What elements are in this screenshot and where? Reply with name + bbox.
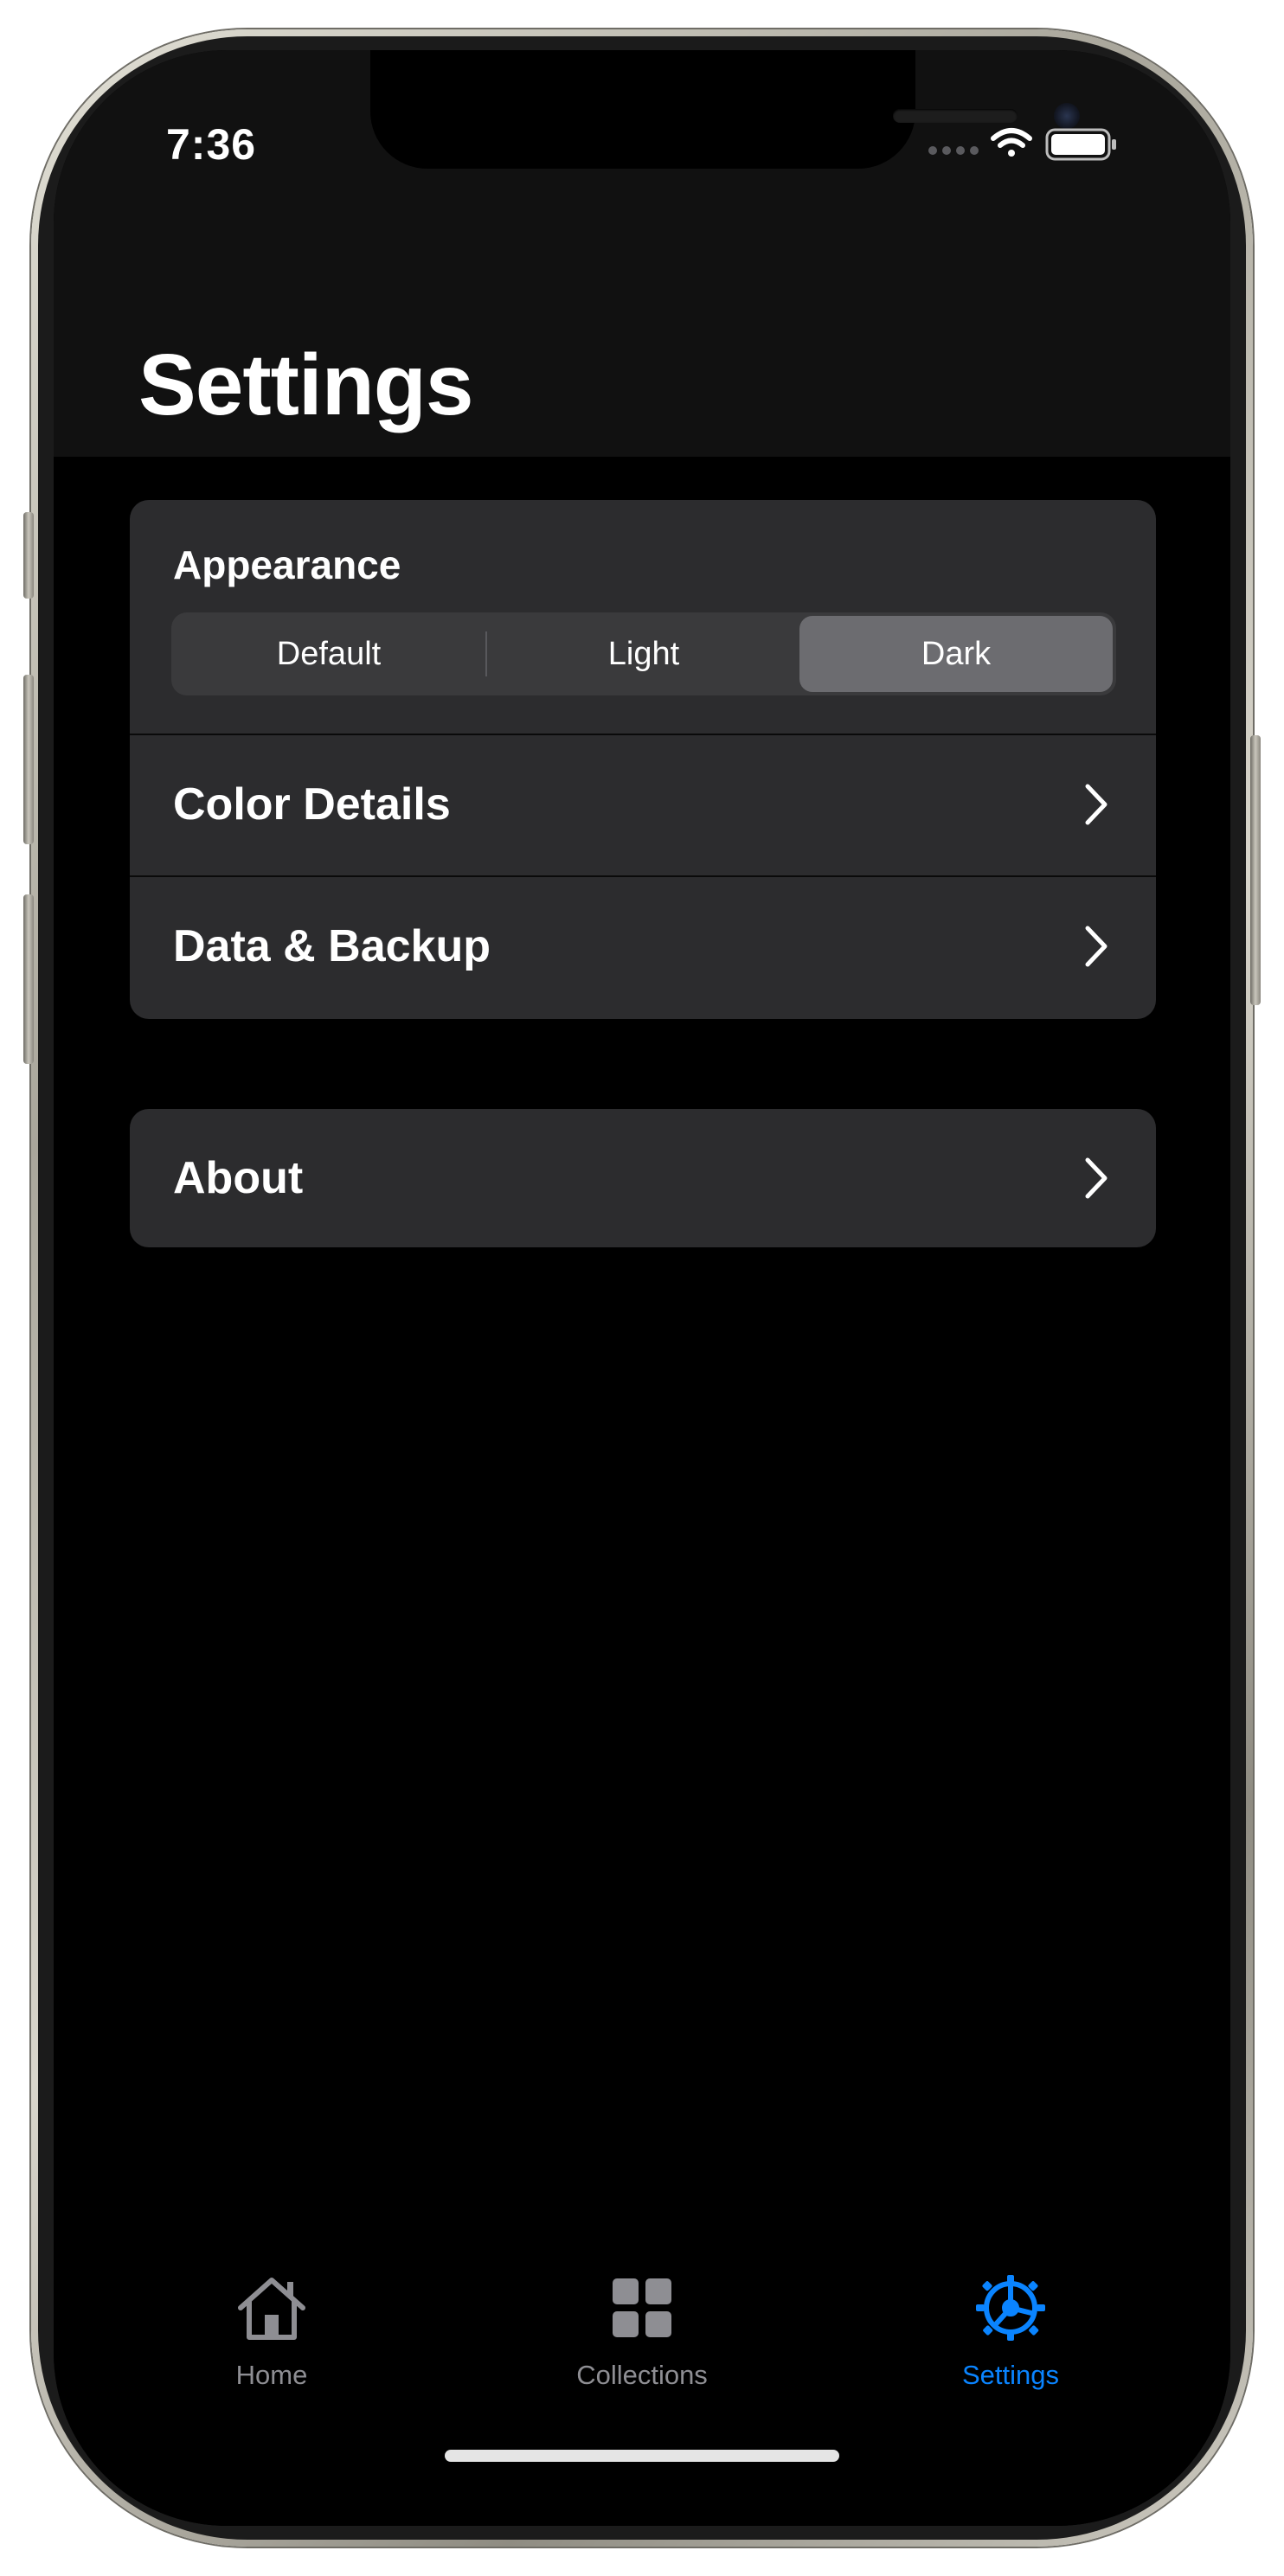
tab-collections[interactable]: Collections: [530, 2265, 754, 2403]
chevron-right-icon: [1085, 784, 1107, 825]
page-title: Settings: [138, 336, 473, 433]
settings-group-appearance: Appearance Default Light Dark Color Deta…: [130, 500, 1156, 1019]
chevron-right-icon: [1085, 1157, 1107, 1199]
gear-icon: [976, 2275, 1045, 2341]
tab-settings[interactable]: Settings: [898, 2265, 1123, 2403]
screen: 7:36 Settings Appearance Default Light D…: [54, 50, 1230, 2526]
tab-home[interactable]: Home: [159, 2265, 384, 2403]
segment-dark[interactable]: Dark: [799, 616, 1113, 692]
status-icons: [928, 126, 1144, 161]
segment-default[interactable]: Default: [171, 612, 486, 695]
volume-down-button: [23, 894, 34, 1064]
earpiece-speaker: [893, 109, 1018, 123]
tab-bar: Home Collections Settings: [54, 2265, 1230, 2526]
appearance-label: Appearance: [173, 542, 401, 587]
signal-dots-icon: [928, 146, 979, 155]
wifi-icon: [991, 128, 1032, 157]
grid-icon: [613, 2278, 671, 2337]
settings-group-about: About: [130, 1109, 1156, 1247]
power-button: [1250, 735, 1261, 1005]
segment-light[interactable]: Light: [486, 612, 801, 695]
home-icon: [238, 2278, 305, 2340]
silent-switch: [23, 512, 34, 599]
status-time: 7:36: [166, 120, 257, 169]
tab-label: Settings: [961, 2360, 1059, 2390]
appearance-segmented-control[interactable]: Default Light Dark: [171, 612, 1116, 695]
tab-label: Home: [235, 2360, 308, 2390]
notch: [370, 50, 1080, 169]
color-details-row[interactable]: Color Details: [130, 735, 1156, 874]
data-backup-row[interactable]: Data & Backup: [130, 877, 1156, 1016]
about-row[interactable]: About: [130, 1109, 1156, 1247]
front-camera: [1054, 103, 1080, 129]
chevron-right-icon: [1085, 926, 1107, 967]
volume-up-button: [23, 675, 34, 844]
row-label: About: [173, 1153, 304, 1203]
tab-label: Collections: [576, 2360, 708, 2390]
battery-icon: [1045, 128, 1116, 161]
row-label: Data & Backup: [173, 921, 491, 971]
row-label: Color Details: [173, 779, 451, 830]
navigation-bar: 7:36 Settings: [54, 50, 1230, 457]
home-indicator[interactable]: [445, 2450, 839, 2462]
